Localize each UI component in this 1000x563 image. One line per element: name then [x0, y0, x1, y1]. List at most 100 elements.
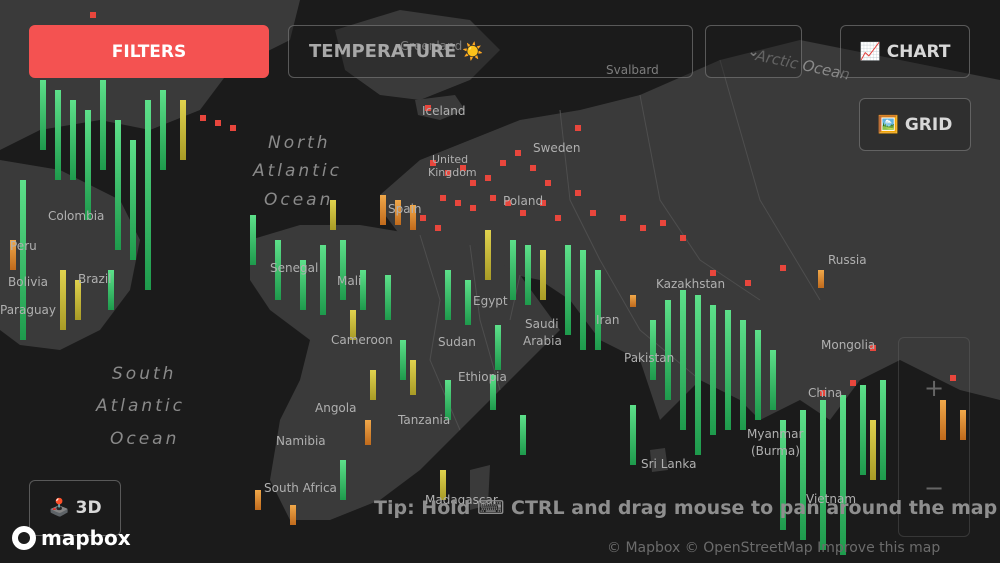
- map-label: United: [432, 153, 468, 166]
- temperature-point: [530, 165, 536, 171]
- map-label: Saudi: [525, 317, 559, 331]
- temperature-bar: [860, 385, 866, 475]
- temperature-bar: [115, 120, 121, 250]
- map-label: Mali: [337, 274, 361, 288]
- temperature-bar: [365, 420, 371, 445]
- temperature-point: [455, 200, 461, 206]
- picture-icon: 🖼️: [877, 114, 899, 135]
- temperature-point: [520, 210, 526, 216]
- temperature-bar: [580, 250, 586, 350]
- map-label: Kingdom: [428, 166, 477, 179]
- temperature-point: [575, 125, 581, 131]
- map-label: Sri Lanka: [641, 457, 696, 471]
- map-label: Namibia: [276, 434, 326, 448]
- temperature-bar: [70, 100, 76, 180]
- temperature-bar: [40, 80, 46, 150]
- temperature-bar: [665, 300, 671, 400]
- temperature-point: [640, 225, 646, 231]
- temperature-point: [660, 220, 666, 226]
- temperature-bar: [385, 275, 391, 320]
- zoom-in-button[interactable]: +: [899, 368, 969, 408]
- temperature-point: [470, 205, 476, 211]
- map-label: Ocean: [110, 429, 179, 449]
- mapbox-logo-text: mapbox: [41, 526, 131, 550]
- temperature-bar: [725, 310, 731, 430]
- temperature-bar: [540, 250, 546, 300]
- temperature-point: [230, 125, 236, 131]
- temperature-point: [470, 180, 476, 186]
- map-label: Iran: [596, 313, 619, 327]
- map-label: Tanzania: [397, 413, 450, 427]
- map-label: Cameroon: [331, 333, 393, 347]
- temperature-bar: [340, 460, 346, 500]
- chevron-down-icon: ⌄: [747, 43, 760, 60]
- temperature-bar: [60, 270, 66, 330]
- temperature-point: [435, 225, 441, 231]
- temperature-point: [90, 12, 96, 18]
- map-label: Angola: [315, 401, 356, 415]
- filters-button[interactable]: FILTERS: [29, 25, 269, 78]
- temperature-bar: [290, 505, 296, 525]
- temperature-point: [200, 115, 206, 121]
- grid-button[interactable]: 🖼️ GRID: [859, 98, 971, 151]
- temperature-bar: [710, 305, 716, 435]
- map-label: Sweden: [533, 141, 580, 155]
- temperature-point: [780, 265, 786, 271]
- temperature-point: [850, 380, 856, 386]
- temperature-bar: [465, 280, 471, 325]
- temperature-bar: [145, 100, 151, 290]
- temperature-bar: [130, 140, 136, 260]
- mapbox-logo[interactable]: mapbox: [12, 526, 131, 550]
- map-label: Paraguay: [0, 303, 56, 317]
- temperature-bar: [680, 290, 686, 430]
- map-label: Russia: [828, 253, 867, 267]
- temperature-bar: [650, 320, 656, 380]
- map-label: Kazakhstan: [656, 277, 725, 291]
- chart-button[interactable]: 📈 CHART: [840, 25, 970, 78]
- map-label: Colombia: [48, 209, 104, 223]
- temperature-bar: [400, 340, 406, 380]
- map-label: South Africa: [264, 481, 337, 495]
- temperature-point: [490, 195, 496, 201]
- joystick-icon: 🕹️: [48, 498, 70, 518]
- world-map[interactable]: Greenland Svalbard Arctic Ocean Iceland …: [0, 0, 1000, 563]
- map-label: Ocean: [264, 190, 333, 210]
- temperature-bar: [445, 270, 451, 320]
- temperature-point: [745, 280, 751, 286]
- temperature-point: [215, 120, 221, 126]
- temperature-bar: [370, 370, 376, 400]
- temperature-bar: [100, 80, 106, 170]
- temperature-bar: [75, 280, 81, 320]
- map-label: North: [268, 133, 331, 153]
- grid-label: GRID: [904, 114, 953, 135]
- map-label: China: [808, 386, 842, 400]
- temperature-bar: [85, 110, 91, 220]
- temperature-bar: [565, 245, 571, 335]
- temperature-bar: [818, 270, 824, 288]
- temperature-bar: [595, 270, 601, 350]
- map-label: Atlantic: [95, 396, 185, 416]
- temperature-bar: [55, 90, 61, 180]
- temperature-bar: [630, 295, 636, 307]
- metric-label: TEMPERATURE: [309, 41, 457, 62]
- temperature-bar: [755, 330, 761, 420]
- temperature-bar: [160, 90, 166, 170]
- temperature-bar: [820, 400, 826, 550]
- map-label: Peru: [10, 239, 37, 253]
- temperature-bar: [495, 325, 501, 370]
- temperature-bar: [740, 320, 746, 430]
- temperature-bar: [250, 215, 256, 265]
- temperature-bar: [180, 100, 186, 160]
- map-label: Sudan: [438, 335, 476, 349]
- mapbox-logo-icon: [12, 526, 36, 550]
- map-label: South: [112, 364, 176, 384]
- map-label: Iceland: [422, 104, 465, 118]
- metric-select[interactable]: TEMPERATURE ☀️: [288, 25, 693, 78]
- metric-dropdown-toggle[interactable]: ⌄: [705, 25, 802, 78]
- map-label: Spain: [388, 202, 422, 216]
- map-label: Poland: [503, 194, 543, 208]
- tip-text: Tip: Hold ⌨ CTRL and drag mouse to pan a…: [374, 497, 998, 519]
- temperature-point: [680, 235, 686, 241]
- temperature-bar: [340, 240, 346, 300]
- map-attribution[interactable]: © Mapbox © OpenStreetMap Improve this ma…: [607, 540, 940, 556]
